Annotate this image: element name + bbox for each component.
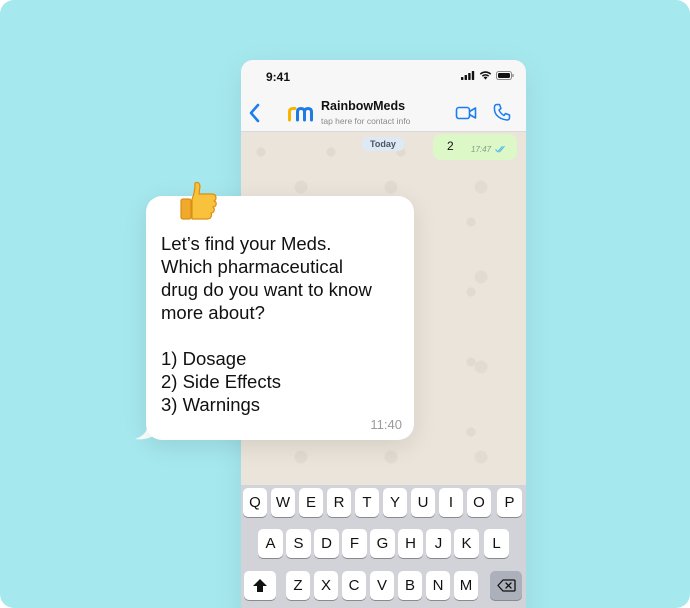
- contact-subtitle[interactable]: tap here for contact info: [321, 116, 410, 126]
- status-bar: 9:41: [241, 60, 526, 94]
- key-t[interactable]: T: [355, 488, 379, 517]
- backspace-icon: [496, 579, 516, 592]
- key-o[interactable]: O: [467, 488, 491, 517]
- key-s[interactable]: S: [286, 529, 311, 558]
- key-b[interactable]: B: [398, 571, 422, 600]
- incoming-message-time: 11:40: [370, 417, 402, 432]
- sent-message-bubble[interactable]: 2 17:47: [433, 134, 517, 160]
- key-a[interactable]: A: [258, 529, 283, 558]
- contact-name[interactable]: RainbowMeds: [321, 99, 405, 113]
- thumbs-up-icon: [180, 181, 217, 220]
- key-c[interactable]: C: [342, 571, 366, 600]
- sent-message-text: 2: [447, 139, 454, 153]
- date-badge: Today: [362, 137, 404, 151]
- shift-icon: [253, 579, 267, 592]
- shift-key[interactable]: [244, 571, 276, 600]
- chevron-left-icon[interactable]: [247, 102, 263, 124]
- key-g[interactable]: G: [370, 529, 395, 558]
- status-time: 9:41: [266, 70, 291, 84]
- key-u[interactable]: U: [411, 488, 435, 517]
- rainbowmeds-logo[interactable]: [288, 104, 314, 122]
- chat-header: RainbowMeds tap here for contact info: [241, 94, 526, 132]
- key-j[interactable]: J: [426, 529, 451, 558]
- key-k[interactable]: K: [454, 529, 479, 558]
- incoming-message-text: Let’s find your Meds. Which pharmaceutic…: [161, 233, 372, 415]
- phone-icon[interactable]: [493, 103, 511, 122]
- incoming-message-bubble[interactable]: Let’s find your Meds. Which pharmaceutic…: [146, 196, 414, 440]
- key-y[interactable]: Y: [383, 488, 407, 517]
- double-check-icon: [495, 145, 505, 153]
- sent-message-time: 17:47: [471, 145, 492, 154]
- video-camera-icon[interactable]: [455, 104, 477, 122]
- key-n[interactable]: N: [426, 571, 450, 600]
- key-e[interactable]: E: [299, 488, 323, 517]
- key-f[interactable]: F: [342, 529, 367, 558]
- key-d[interactable]: D: [314, 529, 339, 558]
- key-x[interactable]: X: [314, 571, 338, 600]
- status-icons: [461, 71, 514, 80]
- key-l[interactable]: L: [484, 529, 509, 558]
- keyboard: Q W E R T Y U I O P A S D F G H J K L Z …: [241, 485, 526, 608]
- key-i[interactable]: I: [439, 488, 463, 517]
- wifi-icon: [479, 71, 492, 80]
- battery-icon: [496, 71, 514, 80]
- signal-icon: [461, 71, 475, 80]
- key-r[interactable]: R: [327, 488, 351, 517]
- key-q[interactable]: Q: [243, 488, 267, 517]
- key-w[interactable]: W: [271, 488, 295, 517]
- key-z[interactable]: Z: [286, 571, 310, 600]
- backspace-key[interactable]: [490, 571, 522, 600]
- background-stage: 9:41 RainbowMeds tap here for contact in…: [0, 0, 690, 608]
- key-h[interactable]: H: [398, 529, 423, 558]
- key-p[interactable]: P: [497, 488, 522, 517]
- key-v[interactable]: V: [370, 571, 394, 600]
- key-m[interactable]: M: [454, 571, 478, 600]
